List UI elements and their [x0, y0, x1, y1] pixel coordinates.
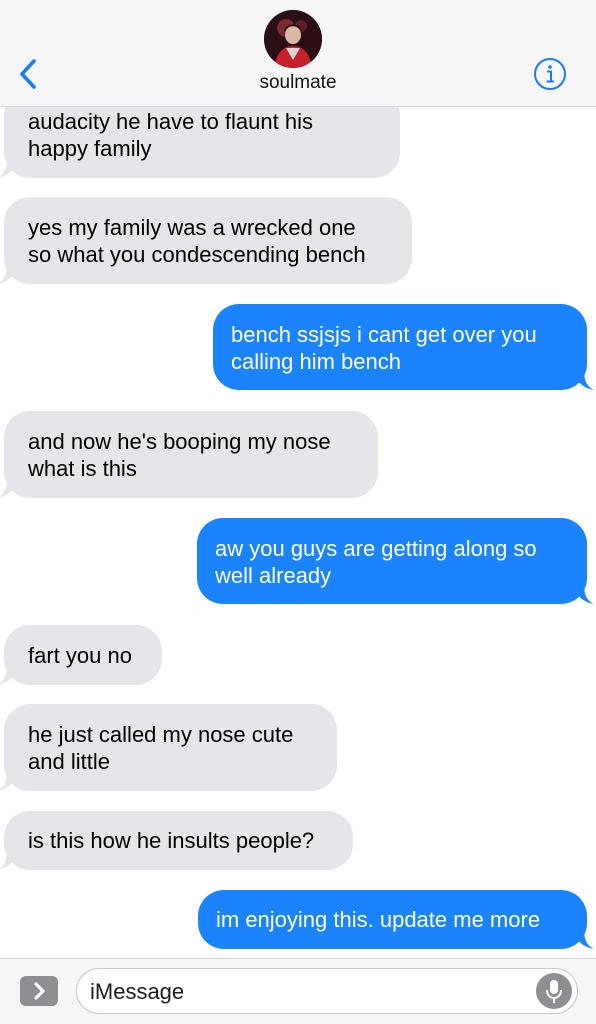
message-line: fart you no: [28, 643, 132, 668]
bubble-tail: [574, 927, 594, 949]
message-bubble-incoming[interactable]: and now he's booping my nose what is thi…: [0, 411, 378, 498]
message-input[interactable]: iMessage: [76, 968, 578, 1014]
message-line: he just called my nose cute: [28, 722, 294, 747]
message-line: audacity he have to flaunt his: [28, 109, 313, 134]
bubble-tail: [0, 663, 17, 685]
message-line: happy family: [28, 136, 152, 161]
bubble-tail: [0, 476, 17, 498]
message-line: and now he's booping my nose: [28, 429, 331, 454]
message-line: so what you condescending bench: [28, 242, 366, 267]
message-bubble-incoming[interactable]: he just called my nose cute and little: [0, 704, 337, 791]
message-input-placeholder: iMessage: [90, 979, 185, 1004]
message-bubble-outgoing[interactable]: aw you guys are getting along so well al…: [197, 518, 594, 604]
bubble-tail: [0, 848, 17, 870]
avatar-photo: [264, 10, 322, 68]
message-line: calling him bench: [231, 349, 401, 374]
message-line: im enjoying this. update me more: [216, 907, 541, 932]
bubble-tail: [0, 156, 17, 178]
bubble-tail: [574, 368, 594, 390]
message-line: and little: [28, 749, 110, 774]
microphone-button[interactable]: [536, 973, 572, 1009]
contact-avatar[interactable]: [264, 10, 322, 68]
bubble-tail: [0, 769, 17, 791]
bubble-tail: [574, 582, 594, 604]
message-line: yes my family was a wrecked one: [28, 215, 356, 240]
message-line: what is this: [28, 456, 137, 481]
message-bubble-incoming[interactable]: is this how he insults people?: [0, 811, 353, 870]
chevron-right-icon: [34, 982, 45, 1000]
apps-button[interactable]: [20, 976, 58, 1006]
compose-bar: iMessage: [0, 958, 596, 1024]
messages-screen: audacity he have to flaunt his happy fam…: [0, 0, 596, 1024]
message-line: well already: [215, 563, 332, 588]
microphone-icon: [546, 980, 562, 1003]
message-bubble-incoming[interactable]: yes my family was a wrecked one so what …: [0, 197, 412, 284]
info-button[interactable]: [533, 57, 567, 91]
message-bubble-outgoing[interactable]: bench ssjsjs i cant get over you calling…: [213, 304, 594, 390]
info-icon: [534, 58, 566, 90]
message-bubble-outgoing[interactable]: im enjoying this. update me more: [198, 890, 594, 949]
message-line: aw you guys are getting along so: [215, 536, 537, 561]
conversation-header: soulmate: [0, 0, 596, 107]
message-line: bench ssjsjs i cant get over you: [231, 322, 537, 347]
message-line: is this how he insults people?: [28, 828, 315, 853]
message-thread[interactable]: audacity he have to flaunt his happy fam…: [0, 0, 596, 960]
message-bubble-incoming[interactable]: fart you no: [0, 625, 162, 685]
bubble-tail: [0, 262, 17, 284]
contact-name[interactable]: soulmate: [0, 72, 596, 94]
